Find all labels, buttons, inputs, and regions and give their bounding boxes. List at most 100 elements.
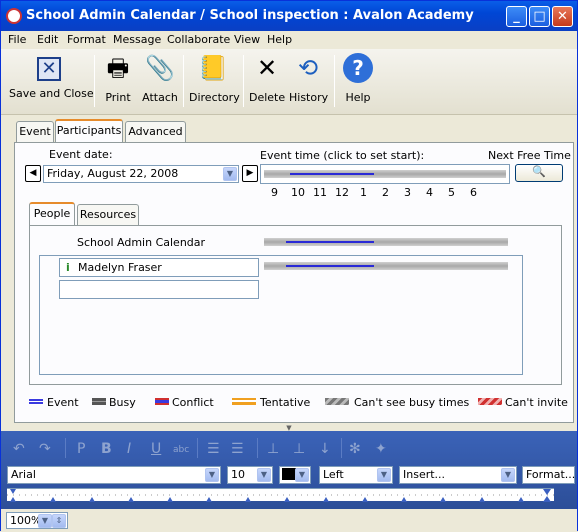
stepper-icon: ⇕	[52, 514, 66, 528]
event-time-slider[interactable]	[260, 164, 510, 184]
delete-button[interactable]: ✕ Delete	[249, 53, 285, 104]
legend-event-label: Event	[47, 396, 79, 409]
history-button[interactable]: ⟲ History	[289, 53, 328, 104]
calendar-busy-bar	[264, 238, 508, 246]
hour-label: 11	[313, 186, 327, 199]
legend-conflict-swatch	[155, 398, 169, 405]
minimize-button[interactable]: _	[506, 6, 527, 27]
format-value: Format...	[526, 468, 575, 481]
next-free-time-label: Next Free Time	[488, 149, 571, 162]
hour-label: 3	[404, 186, 411, 199]
help-button[interactable]: ? Help	[341, 53, 375, 104]
address-book-icon: 📒	[198, 54, 228, 82]
insert-select[interactable]: Insert... ▼	[399, 466, 517, 484]
event-date-value: Friday, August 22, 2008	[47, 167, 179, 180]
save-and-close-button[interactable]: ✕ Save and Close	[9, 53, 94, 100]
format-separator	[257, 438, 258, 458]
legend-busy-swatch	[92, 398, 106, 405]
font-select[interactable]: Arial ▼	[7, 466, 221, 484]
alignment-value: Left	[323, 468, 344, 481]
redo-icon[interactable]: ↷	[39, 441, 51, 457]
format-dropdown[interactable]: Format...	[522, 466, 575, 484]
toolbar-separator	[243, 55, 244, 107]
text-color-select[interactable]: ▼	[279, 466, 311, 484]
tab-people[interactable]: People	[29, 202, 75, 225]
strikethrough-icon[interactable]: abc	[173, 445, 189, 455]
legend-busy-label: Busy	[109, 396, 136, 409]
undo-icon[interactable]: ↶	[13, 441, 25, 457]
spell-check-icon[interactable]: ✻	[349, 441, 361, 457]
format-separator	[341, 438, 342, 458]
ruler[interactable]	[7, 488, 554, 502]
decrease-indent-icon[interactable]: ⊥	[293, 441, 305, 457]
paragraph-style-icon[interactable]: P	[77, 441, 85, 457]
insert-line-icon[interactable]: ⊥	[267, 441, 279, 457]
format-separator	[65, 438, 66, 458]
zoom-select[interactable]: 100% ▼ ⇕	[6, 512, 68, 529]
numbered-list-icon[interactable]: ☰	[207, 441, 220, 457]
legend-tentative-swatch	[232, 398, 256, 405]
participant-row[interactable]: i Madelyn Fraser	[59, 258, 259, 277]
legend-conflict-label: Conflict	[172, 396, 214, 409]
chevron-down-icon: ▼	[295, 468, 309, 482]
legend-cant-invite-label: Can't invite	[505, 396, 568, 409]
paperclip-icon: 📎	[145, 54, 175, 82]
menu-edit[interactable]: Edit	[37, 33, 58, 46]
event-date-select[interactable]: Friday, August 22, 2008 ▼	[43, 165, 239, 183]
print-button[interactable]: 🖶 Print	[101, 53, 135, 104]
attach-button[interactable]: 📎 Attach	[141, 53, 179, 104]
more-tools-icon[interactable]: ✦	[375, 441, 387, 457]
tab-event[interactable]: Event	[16, 121, 54, 142]
left-arrow-icon: ◀	[29, 168, 37, 178]
event-date-label: Event date:	[49, 148, 113, 161]
event-time-bar	[264, 170, 506, 178]
next-free-time-button[interactable]: 🔍	[515, 164, 563, 182]
italic-icon[interactable]: I	[127, 441, 131, 457]
font-size-select[interactable]: 10 ▼	[227, 466, 273, 484]
chevron-down-icon: ▼	[501, 468, 515, 482]
chevron-down-icon: ▼	[223, 167, 237, 181]
calendar-name-label: School Admin Calendar	[77, 236, 206, 249]
main-toolbar: ✕ Save and Close 🖶 Print 📎 Attach 📒 Dire…	[1, 49, 577, 115]
history-icon: ⟲	[297, 54, 319, 82]
tab-resources[interactable]: Resources	[77, 204, 139, 225]
maximize-button[interactable]: □	[529, 6, 550, 27]
increase-indent-icon[interactable]: ↓	[319, 441, 331, 457]
format-separator	[197, 438, 198, 458]
title-bar: School Admin Calendar / School inspectio…	[1, 1, 577, 31]
insert-value: Insert...	[403, 468, 446, 481]
chevron-down-icon: ▼	[257, 468, 271, 482]
person-icon: i	[66, 261, 70, 274]
bullet-list-icon[interactable]: ☰	[231, 441, 244, 457]
menu-help[interactable]: Help	[267, 33, 292, 46]
search-magnifier-icon: 🔍	[532, 165, 546, 178]
hour-label: 2	[382, 186, 389, 199]
alignment-select[interactable]: Left ▼	[319, 466, 393, 484]
menu-view[interactable]: View	[234, 33, 260, 46]
event-time-range	[290, 173, 374, 175]
tab-participants[interactable]: Participants	[55, 119, 123, 142]
splitter-handle[interactable]: ▼	[1, 424, 577, 432]
save-close-icon: ✕	[37, 57, 61, 81]
directory-button[interactable]: 📒 Directory	[189, 53, 240, 104]
menu-collaborate[interactable]: Collaborate	[167, 33, 230, 46]
hour-label: 4	[426, 186, 433, 199]
event-time-label: Event time (click to set start):	[260, 149, 425, 162]
menu-format[interactable]: Format	[67, 33, 106, 46]
add-participant-input[interactable]	[59, 280, 259, 299]
delete-x-icon: ✕	[256, 54, 278, 82]
underline-icon[interactable]: U	[151, 441, 161, 457]
printer-icon: 🖶	[106, 54, 130, 82]
menu-message[interactable]: Message	[113, 33, 161, 46]
tab-advanced[interactable]: Advanced	[125, 121, 186, 142]
toolbar-separator	[183, 55, 184, 107]
close-button[interactable]: ✕	[552, 6, 573, 27]
ruler-ticks	[7, 489, 554, 502]
chevron-down-icon: ▼	[205, 468, 219, 482]
zoom-value: 100%	[10, 514, 42, 527]
menu-file[interactable]: File	[8, 33, 26, 46]
next-date-button[interactable]: ▶	[242, 165, 258, 182]
participant-name: Madelyn Fraser	[78, 261, 162, 274]
prev-date-button[interactable]: ◀	[25, 165, 41, 182]
bold-icon[interactable]: B	[101, 441, 112, 457]
